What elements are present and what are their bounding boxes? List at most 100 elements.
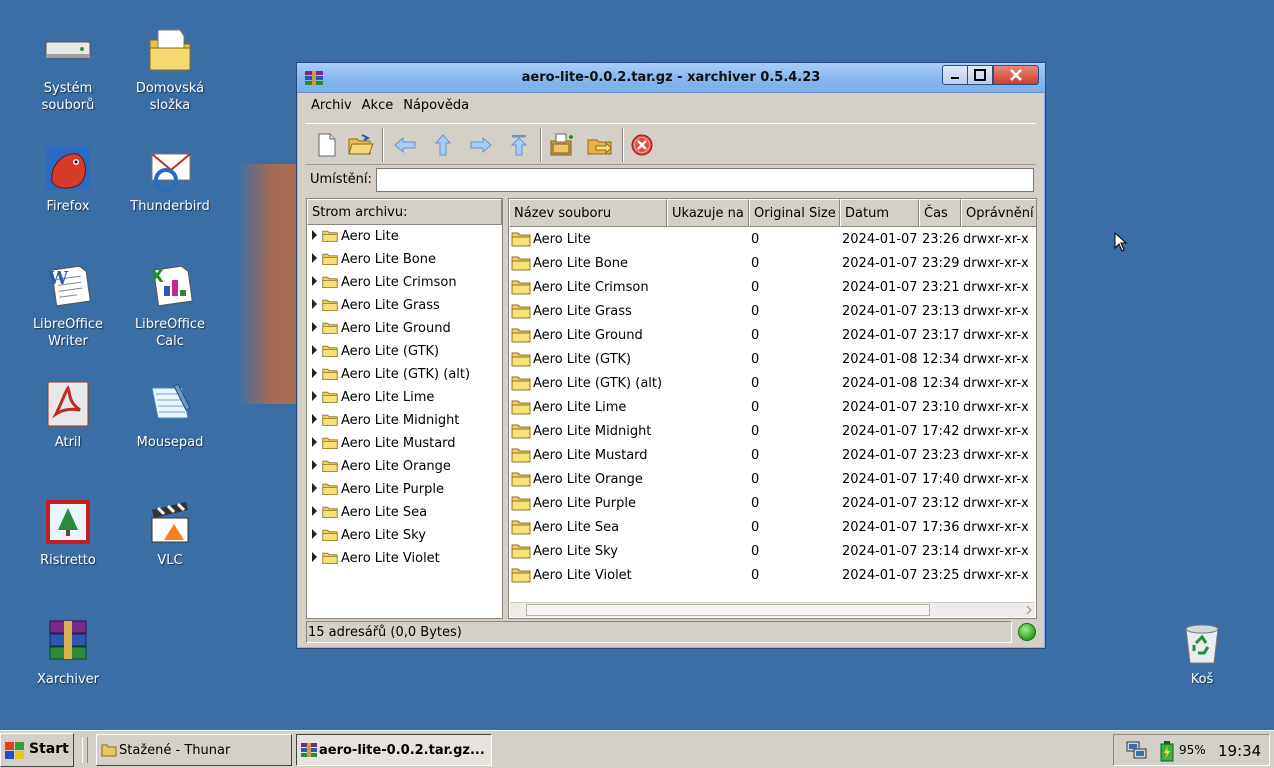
expander-arrow-icon[interactable] (312, 299, 317, 309)
up-button[interactable] (428, 130, 458, 160)
table-row[interactable]: Aero Lite Purple 0 2024-01-07 23:12 drwxr-xr… (509, 492, 1036, 516)
file-permissions: drwxr-xr-x (963, 520, 1029, 535)
file-date: 2024-01-07 (842, 232, 918, 247)
table-row[interactable]: Aero Lite Violet 0 2024-01-07 23:25 drwxr-xr… (509, 564, 1036, 588)
tree-item[interactable]: Aero Lite (GTK) (alt) (307, 364, 502, 387)
desktop-icon[interactable]: Ristretto (18, 496, 118, 569)
expander-arrow-icon[interactable] (312, 414, 317, 424)
expander-arrow-icon[interactable] (312, 529, 317, 539)
expander-arrow-icon[interactable] (312, 506, 317, 516)
desktop-icon[interactable]: Domovská složka (120, 24, 220, 114)
menu-napoveda[interactable]: Nápověda (398, 94, 474, 113)
table-row[interactable]: Aero Lite Sea 0 2024-01-07 17:36 drwxr-xr-x (509, 516, 1036, 540)
tree-item[interactable]: Aero Lite Lime (307, 387, 502, 410)
tree-item[interactable]: Aero Lite Ground (307, 318, 502, 341)
table-row[interactable]: Aero Lite Grass 0 2024-01-07 23:13 drwxr-xr-… (509, 300, 1036, 324)
battery-icon[interactable] (1158, 740, 1176, 762)
start-button[interactable]: Start (0, 733, 74, 767)
table-row[interactable]: Aero Lite Mustard 0 2024-01-07 23:23 drwxr-x… (509, 444, 1036, 468)
expander-arrow-icon[interactable] (312, 483, 317, 493)
menu-akce[interactable]: Akce (357, 94, 399, 113)
desktop-icon[interactable]: Koš (1152, 615, 1252, 688)
tree-item[interactable]: Aero Lite Violet (307, 548, 502, 571)
column-link[interactable]: Ukazuje na (667, 199, 749, 227)
desktop-icon[interactable]: Firefox (18, 142, 118, 215)
tree-item[interactable]: Aero Lite (GTK) (307, 341, 502, 364)
tree-item[interactable]: Aero Lite Sea (307, 502, 502, 525)
tree-item[interactable]: Aero Lite Crimson (307, 272, 502, 295)
column-name[interactable]: Název souboru (509, 199, 667, 227)
tree-item[interactable]: Aero Lite (307, 226, 502, 249)
menu-archiv[interactable]: Archiv (306, 94, 357, 113)
table-row[interactable]: Aero Lite Crimson 0 2024-01-07 23:21 drwxr-x… (509, 276, 1036, 300)
new-archive-button[interactable] (312, 130, 342, 160)
file-permissions: drwxr-xr-x (963, 304, 1029, 319)
back-button[interactable] (390, 130, 420, 160)
table-row[interactable]: Aero Lite Lime 0 2024-01-07 23:10 drwxr-xr-x (509, 396, 1036, 420)
expander-arrow-icon[interactable] (312, 253, 317, 263)
desktop-icon[interactable]: Mousepad (120, 378, 220, 451)
tree-item[interactable]: Aero Lite Grass (307, 295, 502, 318)
table-row[interactable]: Aero Lite Sky 0 2024-01-07 23:14 drwxr-xr-x (509, 540, 1036, 564)
table-row[interactable]: Aero Lite Orange 0 2024-01-07 17:40 drwxr-xr… (509, 468, 1036, 492)
table-row[interactable]: Aero Lite 0 2024-01-07 23:26 drwxr-xr-x (509, 228, 1036, 252)
tree-item[interactable]: Aero Lite Mustard (307, 433, 502, 456)
tree-item[interactable]: Aero Lite Bone (307, 249, 502, 272)
scroll-right-icon[interactable] (1025, 606, 1033, 614)
column-time[interactable]: Čas (919, 199, 961, 227)
expander-arrow-icon[interactable] (312, 345, 317, 355)
desktop-icon[interactable]: Atril (18, 378, 118, 451)
open-archive-button[interactable] (346, 130, 376, 160)
desktop-icon[interactable]: Thunderbird (120, 142, 220, 215)
expander-arrow-icon[interactable] (312, 552, 317, 562)
table-row[interactable]: Aero Lite Ground 0 2024-01-07 23:17 drwxr-xr… (509, 324, 1036, 348)
arrow-right-icon (470, 136, 492, 154)
task-xarchiver[interactable]: aero-lite-0.0.2.tar.gz... (296, 734, 492, 766)
scrollbar-thumb[interactable] (526, 604, 930, 616)
desktop-icon[interactable]: X LibreOffice Calc (120, 260, 220, 350)
tree-item-label: Aero Lite Violet (341, 551, 440, 566)
forward-button[interactable] (466, 130, 496, 160)
expander-arrow-icon[interactable] (312, 230, 317, 240)
maximize-button[interactable] (967, 65, 993, 85)
table-row[interactable]: Aero Lite Bone 0 2024-01-07 23:29 drwxr-xr-x (509, 252, 1036, 276)
tree-item[interactable]: Aero Lite Purple (307, 479, 502, 502)
expander-arrow-icon[interactable] (312, 322, 317, 332)
tree-item[interactable]: Aero Lite Orange (307, 456, 502, 479)
horizontal-scrollbar[interactable] (510, 602, 1035, 617)
network-icon[interactable] (1126, 741, 1148, 761)
title-bar[interactable]: aero-lite-0.0.2.tar.gz - xarchiver 0.5.4… (297, 63, 1045, 93)
expander-arrow-icon[interactable] (312, 460, 317, 470)
task-thunar[interactable]: Stažené - Thunar (96, 734, 292, 766)
folder-icon (322, 482, 338, 500)
file-size: 0 (751, 424, 760, 439)
tree-item[interactable]: Aero Lite Sky (307, 525, 502, 548)
file-size: 0 (751, 472, 760, 487)
desktop-icon[interactable]: VLC (120, 496, 220, 569)
tree-item[interactable]: Aero Lite Midnight (307, 410, 502, 433)
clock[interactable]: 19:34 (1218, 742, 1261, 760)
desktop-icon[interactable]: W LibreOffice Writer (18, 260, 118, 350)
expander-arrow-icon[interactable] (312, 437, 317, 447)
expander-arrow-icon[interactable] (312, 391, 317, 401)
close-button[interactable] (993, 65, 1039, 85)
table-row[interactable]: Aero Lite Midnight 0 2024-01-07 17:42 drwxr-… (509, 420, 1036, 444)
folder-icon (322, 528, 338, 546)
desktop-icon[interactable]: Systém souborů (18, 24, 118, 114)
location-input[interactable] (376, 168, 1034, 192)
tree-header[interactable]: Strom archivu: (307, 199, 502, 225)
expander-arrow-icon[interactable] (312, 276, 317, 286)
add-files-button[interactable] (547, 130, 577, 160)
column-date[interactable]: Datum (840, 199, 919, 227)
table-row[interactable]: Aero Lite (GTK) (alt) 0 2024-01-08 12:34 drw… (509, 372, 1036, 396)
column-permissions[interactable]: Oprávnění (961, 199, 1036, 227)
top-button[interactable] (504, 130, 534, 160)
cancel-button[interactable] (627, 130, 657, 160)
desktop-icon[interactable]: Xarchiver (18, 615, 118, 688)
expander-arrow-icon[interactable] (312, 368, 317, 378)
extract-button[interactable] (585, 130, 615, 160)
taskbar-handle[interactable] (82, 737, 88, 763)
minimize-button[interactable] (942, 65, 968, 85)
table-row[interactable]: Aero Lite (GTK) 0 2024-01-08 12:34 drwxr-xr-… (509, 348, 1036, 372)
column-size[interactable]: Original Size (749, 199, 840, 227)
